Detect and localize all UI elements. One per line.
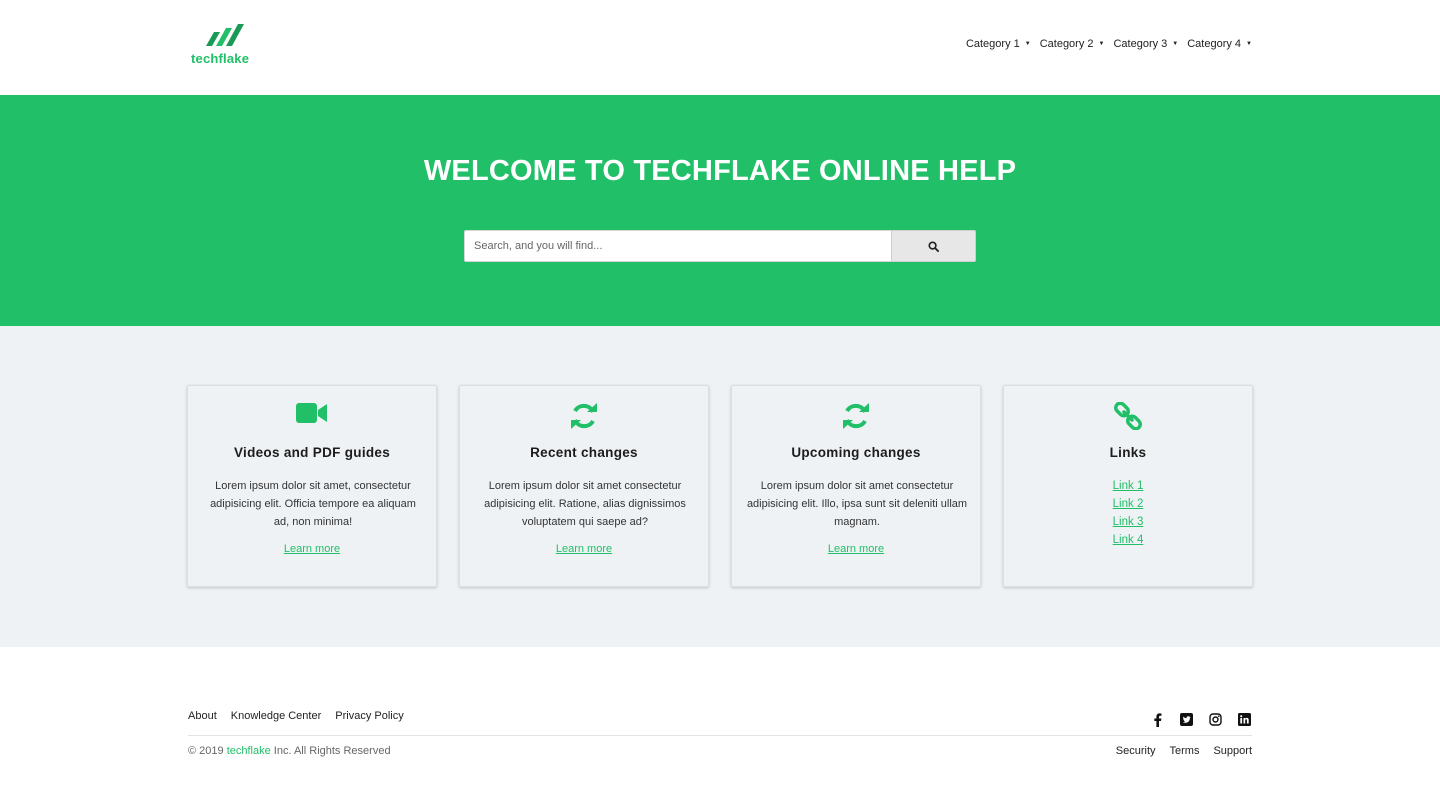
card-upcoming-changes: Upcoming changes Lorem ipsum dolor sit a… [731, 385, 981, 587]
logo[interactable]: techflake [189, 24, 263, 68]
hero-title: WELCOME TO TECHFLAKE ONLINE HELP [423, 155, 1017, 187]
footer-link-security[interactable]: Security [1116, 745, 1156, 757]
link-1[interactable]: Link 1 [1004, 477, 1252, 495]
logo-mark-icon [206, 24, 244, 46]
card-title: Recent changes [530, 445, 638, 460]
linkedin-icon[interactable] [1237, 712, 1252, 727]
footer-link-about[interactable]: About [188, 710, 217, 722]
card-title: Links [1109, 445, 1147, 460]
nav-category-4[interactable]: Category 4 ▼ [1187, 38, 1252, 50]
copyright: © 2019 techflake Inc. All Rights Reserve… [188, 745, 391, 757]
nav-label: Category 4 [1187, 38, 1242, 50]
card-title: Upcoming changes [791, 445, 921, 460]
caret-down-icon: ▼ [1172, 41, 1179, 47]
twitter-icon[interactable] [1179, 712, 1194, 727]
footer-link-privacy-policy[interactable]: Privacy Policy [335, 710, 403, 722]
refresh-icon [843, 403, 869, 429]
learn-more-link[interactable]: Learn more [188, 543, 436, 555]
footer-link-knowledge-center[interactable]: Knowledge Center [231, 710, 322, 722]
nav-category-1[interactable]: Category 1 ▼ [966, 38, 1031, 50]
link-2[interactable]: Link 2 [1004, 495, 1252, 513]
search-button[interactable] [891, 230, 976, 262]
chain-link-icon [1114, 402, 1142, 430]
nav-label: Category 3 [1113, 38, 1168, 50]
link-3[interactable]: Link 3 [1004, 513, 1252, 531]
search-icon [928, 240, 939, 252]
card-text: Lorem ipsum dolor sit amet consectetur a… [484, 480, 686, 528]
card-recent-changes: Recent changes Lorem ipsum dolor sit ame… [459, 385, 709, 587]
link-4[interactable]: Link 4 [1004, 531, 1252, 549]
footer-divider [188, 735, 1252, 736]
caret-down-icon: ▼ [1098, 41, 1105, 47]
card-text: Lorem ipsum dolor sit amet, consectetur … [210, 480, 416, 528]
logo-text: techflake [191, 51, 250, 66]
instagram-icon[interactable] [1208, 712, 1223, 727]
card-videos: Videos and PDF guides Lorem ipsum dolor … [187, 385, 437, 587]
caret-down-icon: ▼ [1246, 41, 1252, 47]
search-input[interactable] [464, 230, 891, 262]
refresh-icon [571, 403, 597, 429]
caret-down-icon: ▼ [1024, 41, 1031, 47]
nav-category-3[interactable]: Category 3 ▼ [1113, 38, 1178, 50]
card-title: Videos and PDF guides [233, 445, 391, 460]
nav-category-2[interactable]: Category 2 ▼ [1040, 38, 1105, 50]
copyright-prefix: © 2019 [188, 745, 227, 757]
hero-banner: WELCOME TO TECHFLAKE ONLINE HELP [0, 95, 1440, 326]
nav-label: Category 2 [1039, 38, 1094, 50]
footer-nav: About Knowledge Center Privacy Policy [188, 710, 404, 722]
facebook-icon[interactable] [1150, 712, 1165, 727]
footer-link-terms[interactable]: Terms [1170, 745, 1200, 757]
card-links: Links Link 1 Link 2 Link 3 Link 4 [1003, 385, 1253, 587]
social-links [1150, 712, 1252, 727]
search-bar [464, 230, 976, 262]
copyright-suffix: Inc. All Rights Reserved [270, 745, 391, 757]
header: techflake Category 1 ▼ Category 2 ▼ Catego… [0, 0, 1440, 95]
cards-section: Videos and PDF guides Lorem ipsum dolor … [0, 326, 1440, 647]
copyright-brand: techflake [226, 745, 271, 757]
nav-label: Category 1 [965, 38, 1020, 50]
video-camera-icon [296, 403, 327, 423]
footer-legal-nav: Security Terms Support [1116, 745, 1252, 757]
card-text: Lorem ipsum dolor sit amet consectetur a… [746, 480, 968, 528]
learn-more-link[interactable]: Learn more [460, 543, 708, 555]
main-nav: Category 1 ▼ Category 2 ▼ Category 3 ▼ Cate… [966, 38, 1252, 50]
footer-link-support[interactable]: Support [1213, 745, 1252, 757]
links-list: Link 1 Link 2 Link 3 Link 4 [1004, 477, 1252, 549]
learn-more-link[interactable]: Learn more [732, 543, 980, 555]
